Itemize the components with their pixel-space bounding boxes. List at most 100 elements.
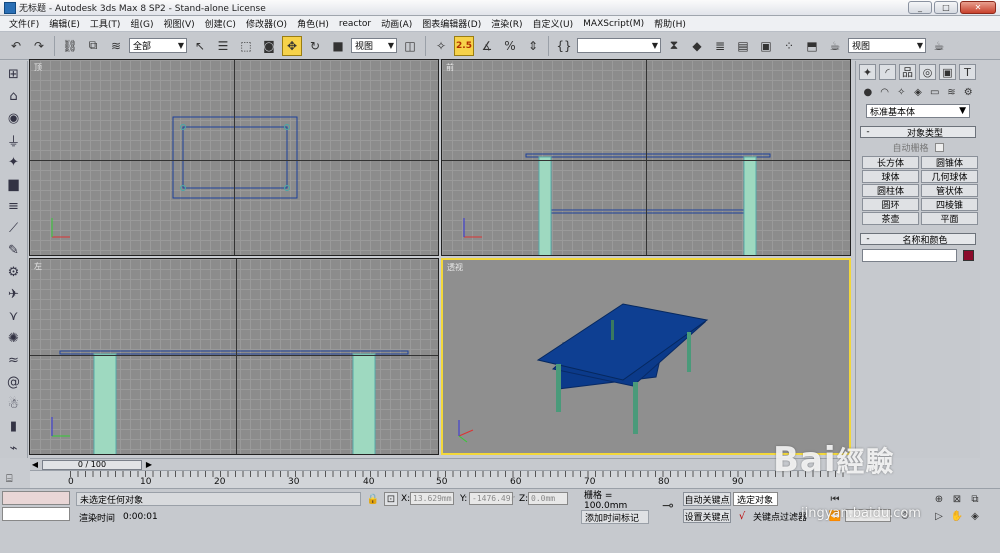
menu-file[interactable]: 文件(F) [4,17,44,30]
render-scene-icon[interactable]: ⬒ [802,36,822,56]
align-icon[interactable]: ◆ [687,36,707,56]
bind-space-warp-icon[interactable]: ≋ [106,36,126,56]
edit-named-selection-icon[interactable]: {} [554,36,574,56]
menu-group[interactable]: 组(G) [125,17,158,30]
viewport-left[interactable]: 左 [29,258,439,455]
geosphere-button[interactable]: 几何球体 [921,170,978,183]
teapot-button[interactable]: 茶壶 [862,212,919,225]
helpers-icon[interactable]: ▭ [928,85,942,99]
menu-edit[interactable]: 编辑(E) [44,17,85,30]
snap-toggle-icon[interactable]: 2.5 [454,35,474,56]
motion-tab-icon[interactable]: ◎ [919,64,936,80]
maxscript-listener-input[interactable] [2,491,70,505]
viewport-perspective[interactable]: 透视 [441,258,851,455]
menu-maxscript[interactable]: MAXScript(M) [578,19,649,29]
render-view-dropdown[interactable]: 视图 ▼ [848,38,926,53]
box-button[interactable]: 长方体 [862,156,919,169]
viewport-perspective-label[interactable]: 透视 [447,262,463,273]
unlink-icon[interactable]: ⧉ [83,36,103,56]
star-icon[interactable]: ✦ [4,153,24,172]
stack-icon[interactable]: ≡ [4,197,24,216]
viewport-front-label[interactable]: 前 [446,62,454,73]
bird-icon[interactable]: ⋎ [4,307,24,326]
primitive-category-dropdown[interactable]: 标准基本体 ▼ [866,104,970,118]
select-by-name-icon[interactable]: ☰ [213,36,233,56]
menu-tools[interactable]: 工具(T) [85,17,126,30]
lock-icon[interactable]: 🔒 [366,492,380,506]
key-icon[interactable]: ⊸ [658,498,678,514]
tube-button[interactable]: 管状体 [921,184,978,197]
tool-icon[interactable]: ⌁ [4,439,24,458]
object-name-input[interactable] [862,249,957,262]
select-and-rotate-icon[interactable]: ↻ [305,36,325,56]
named-selection-dropdown[interactable]: ▼ [577,38,661,53]
menu-customize[interactable]: 自定义(U) [528,17,579,30]
select-and-link-icon[interactable]: ⛓ [60,36,80,56]
select-object-icon[interactable]: ↖ [190,36,210,56]
menu-views[interactable]: 视图(V) [158,17,199,30]
rectangular-selection-icon[interactable]: ⬚ [236,36,256,56]
menu-animation[interactable]: 动画(A) [376,17,417,30]
menu-rendering[interactable]: 渲染(R) [486,17,527,30]
redo-icon[interactable]: ↷ [29,36,49,56]
name-and-color-rollout[interactable]: - 名称和颜色 [860,233,976,246]
angle-snap-icon[interactable]: ∡ [477,36,497,56]
wave-icon[interactable]: ≈ [4,351,24,370]
auto-key-button[interactable]: 自动关键点 [683,492,731,506]
shape-icon[interactable]: ⏚ [4,131,24,150]
layer-manager-icon[interactable]: ≣ [710,36,730,56]
fly-icon[interactable]: ✈ [4,285,24,304]
select-and-scale-icon[interactable]: ■ [328,36,348,56]
minimize-button[interactable]: _ [908,1,932,14]
menu-character[interactable]: 角色(H) [292,17,334,30]
y-coordinate-input[interactable]: -1476.49r [469,492,515,505]
spinner-snap-icon[interactable]: ⇕ [523,36,543,56]
object-color-swatch[interactable] [963,250,974,261]
cloth-icon[interactable]: ▮ [4,417,24,436]
sphere-button[interactable]: 球体 [862,170,919,183]
restore-button[interactable]: □ [934,1,958,14]
shirt-icon[interactable]: ⌂ [4,87,24,106]
time-slider[interactable]: ◀ 0 / 100 ▶ [30,458,850,470]
systems-icon[interactable]: ⚙ [961,85,975,99]
figure-icon[interactable]: ☃ [4,395,24,414]
mini-curve-editor-icon[interactable]: ⌸ [6,472,24,486]
add-time-tag-button[interactable]: 添加时间标记 [581,510,649,524]
key-mode-dropdown[interactable]: 选定对象 [733,492,778,506]
gear-icon[interactable]: ⚙ [4,263,24,282]
curve-editor-icon[interactable]: ▤ [733,36,753,56]
select-and-manipulate-icon[interactable]: ✧ [431,36,451,56]
pen-icon[interactable]: ✎ [4,241,24,260]
create-tab-icon[interactable]: ✦ [859,64,876,80]
percent-snap-icon[interactable]: % [500,36,520,56]
quick-render-icon[interactable]: ☕ [825,36,845,56]
shapes-icon[interactable]: ◠ [878,85,892,99]
select-and-move-icon[interactable]: ✥ [282,35,302,56]
window-crossing-icon[interactable]: ◙ [259,36,279,56]
viewport-front[interactable]: 前 [441,59,851,256]
sphere-icon[interactable]: ◉ [4,109,24,128]
time-slider-thumb[interactable]: 0 / 100 [42,459,142,470]
reference-coordinate-dropdown[interactable]: 视图 ▼ [351,38,397,53]
menu-help[interactable]: 帮助(H) [649,17,691,30]
coil-icon[interactable]: @ [4,373,24,392]
teapot-render-icon[interactable]: ☕ [929,36,949,56]
close-button[interactable]: ✕ [960,1,996,14]
utilities-tab-icon[interactable]: T [959,64,976,80]
pivot-center-icon[interactable]: ◫ [400,36,420,56]
plane-button[interactable]: 平面 [921,212,978,225]
cameras-icon[interactable]: ◈ [911,85,925,99]
mirror-icon[interactable]: ⧗ [664,36,684,56]
next-frame-icon[interactable]: ▶ [144,460,154,470]
camera-icon[interactable]: ▆ [4,175,24,194]
modify-tab-icon[interactable]: ◜ [879,64,896,80]
create-icon[interactable]: ⊞ [4,65,24,84]
menu-graph-editors[interactable]: 图表编辑器(D) [417,17,486,30]
splash-icon[interactable]: ✺ [4,329,24,348]
maxscript-output[interactable] [2,507,70,521]
z-coordinate-input[interactable]: 0.0mm [528,492,568,505]
absolute-mode-icon[interactable]: ⊡ [384,492,398,506]
torus-button[interactable]: 圆环 [862,198,919,211]
selection-filter-dropdown[interactable]: 全部 ▼ [129,38,187,53]
cone-button[interactable]: 圆锥体 [921,156,978,169]
